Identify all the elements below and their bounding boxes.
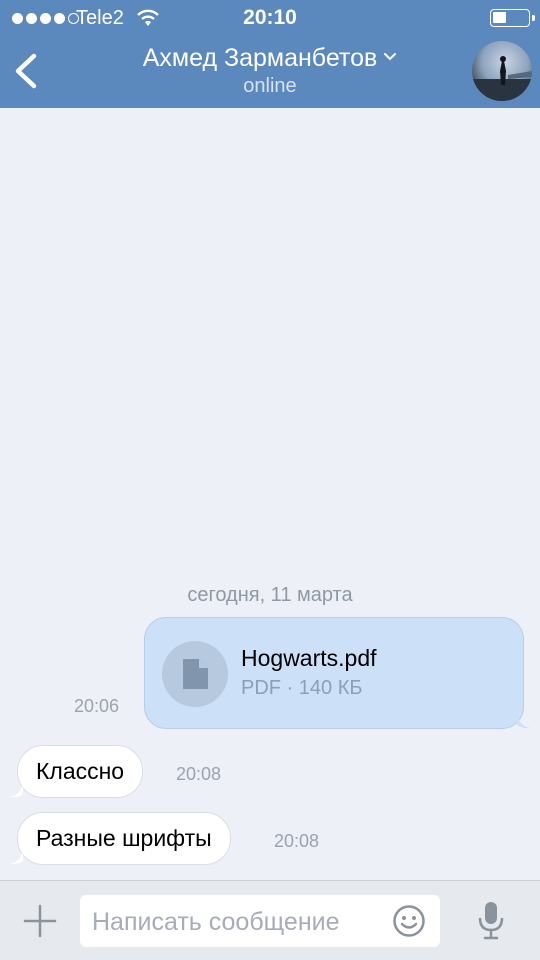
- message-input-placeholder: Написать сообщение: [92, 908, 340, 936]
- incoming-message[interactable]: Классно: [9, 745, 144, 798]
- message-input[interactable]: Написать сообщение: [80, 895, 440, 947]
- smile-icon[interactable]: [392, 904, 426, 938]
- clock: 20:10: [243, 6, 297, 29]
- date-separator: сегодня, 11 марта: [187, 584, 353, 606]
- plus-icon[interactable]: [20, 901, 60, 941]
- message-time: 20:08: [176, 764, 222, 784]
- file-meta: PDF · 140 КБ: [241, 677, 363, 699]
- bubble-tail: [517, 713, 531, 729]
- file-icon-circle[interactable]: [162, 641, 228, 707]
- chevron-down-icon[interactable]: [383, 52, 397, 62]
- incoming-message[interactable]: Разные шрифты: [9, 812, 231, 865]
- battery-icon: [490, 9, 535, 27]
- presence-status: online: [243, 75, 297, 97]
- bubble-tail: [9, 782, 23, 798]
- message-time: 20:06: [74, 696, 120, 716]
- bubble-tail: [9, 849, 23, 865]
- contact-avatar[interactable]: [472, 41, 532, 101]
- file-name[interactable]: Hogwarts.pdf: [241, 645, 377, 672]
- microphone-icon[interactable]: [474, 899, 508, 943]
- document-icon: [183, 659, 208, 689]
- message-text: Классно: [36, 758, 125, 784]
- outgoing-file-message[interactable]: Hogwarts.pdf PDF · 140 КБ: [144, 617, 531, 729]
- status-bar: Tele2 20:10: [0, 0, 540, 36]
- message-text: Разные шрифты: [36, 825, 212, 851]
- contact-name[interactable]: Ахмед Зарманбетов: [143, 44, 378, 73]
- composer-bar: Написать сообщение: [0, 880, 540, 960]
- chat-header[interactable]: Ахмед Зарманбетов online: [0, 44, 540, 98]
- message-time: 20:08: [274, 831, 320, 851]
- top-bar: Tele2 20:10 Ахмед Зарманбетов online: [0, 0, 540, 108]
